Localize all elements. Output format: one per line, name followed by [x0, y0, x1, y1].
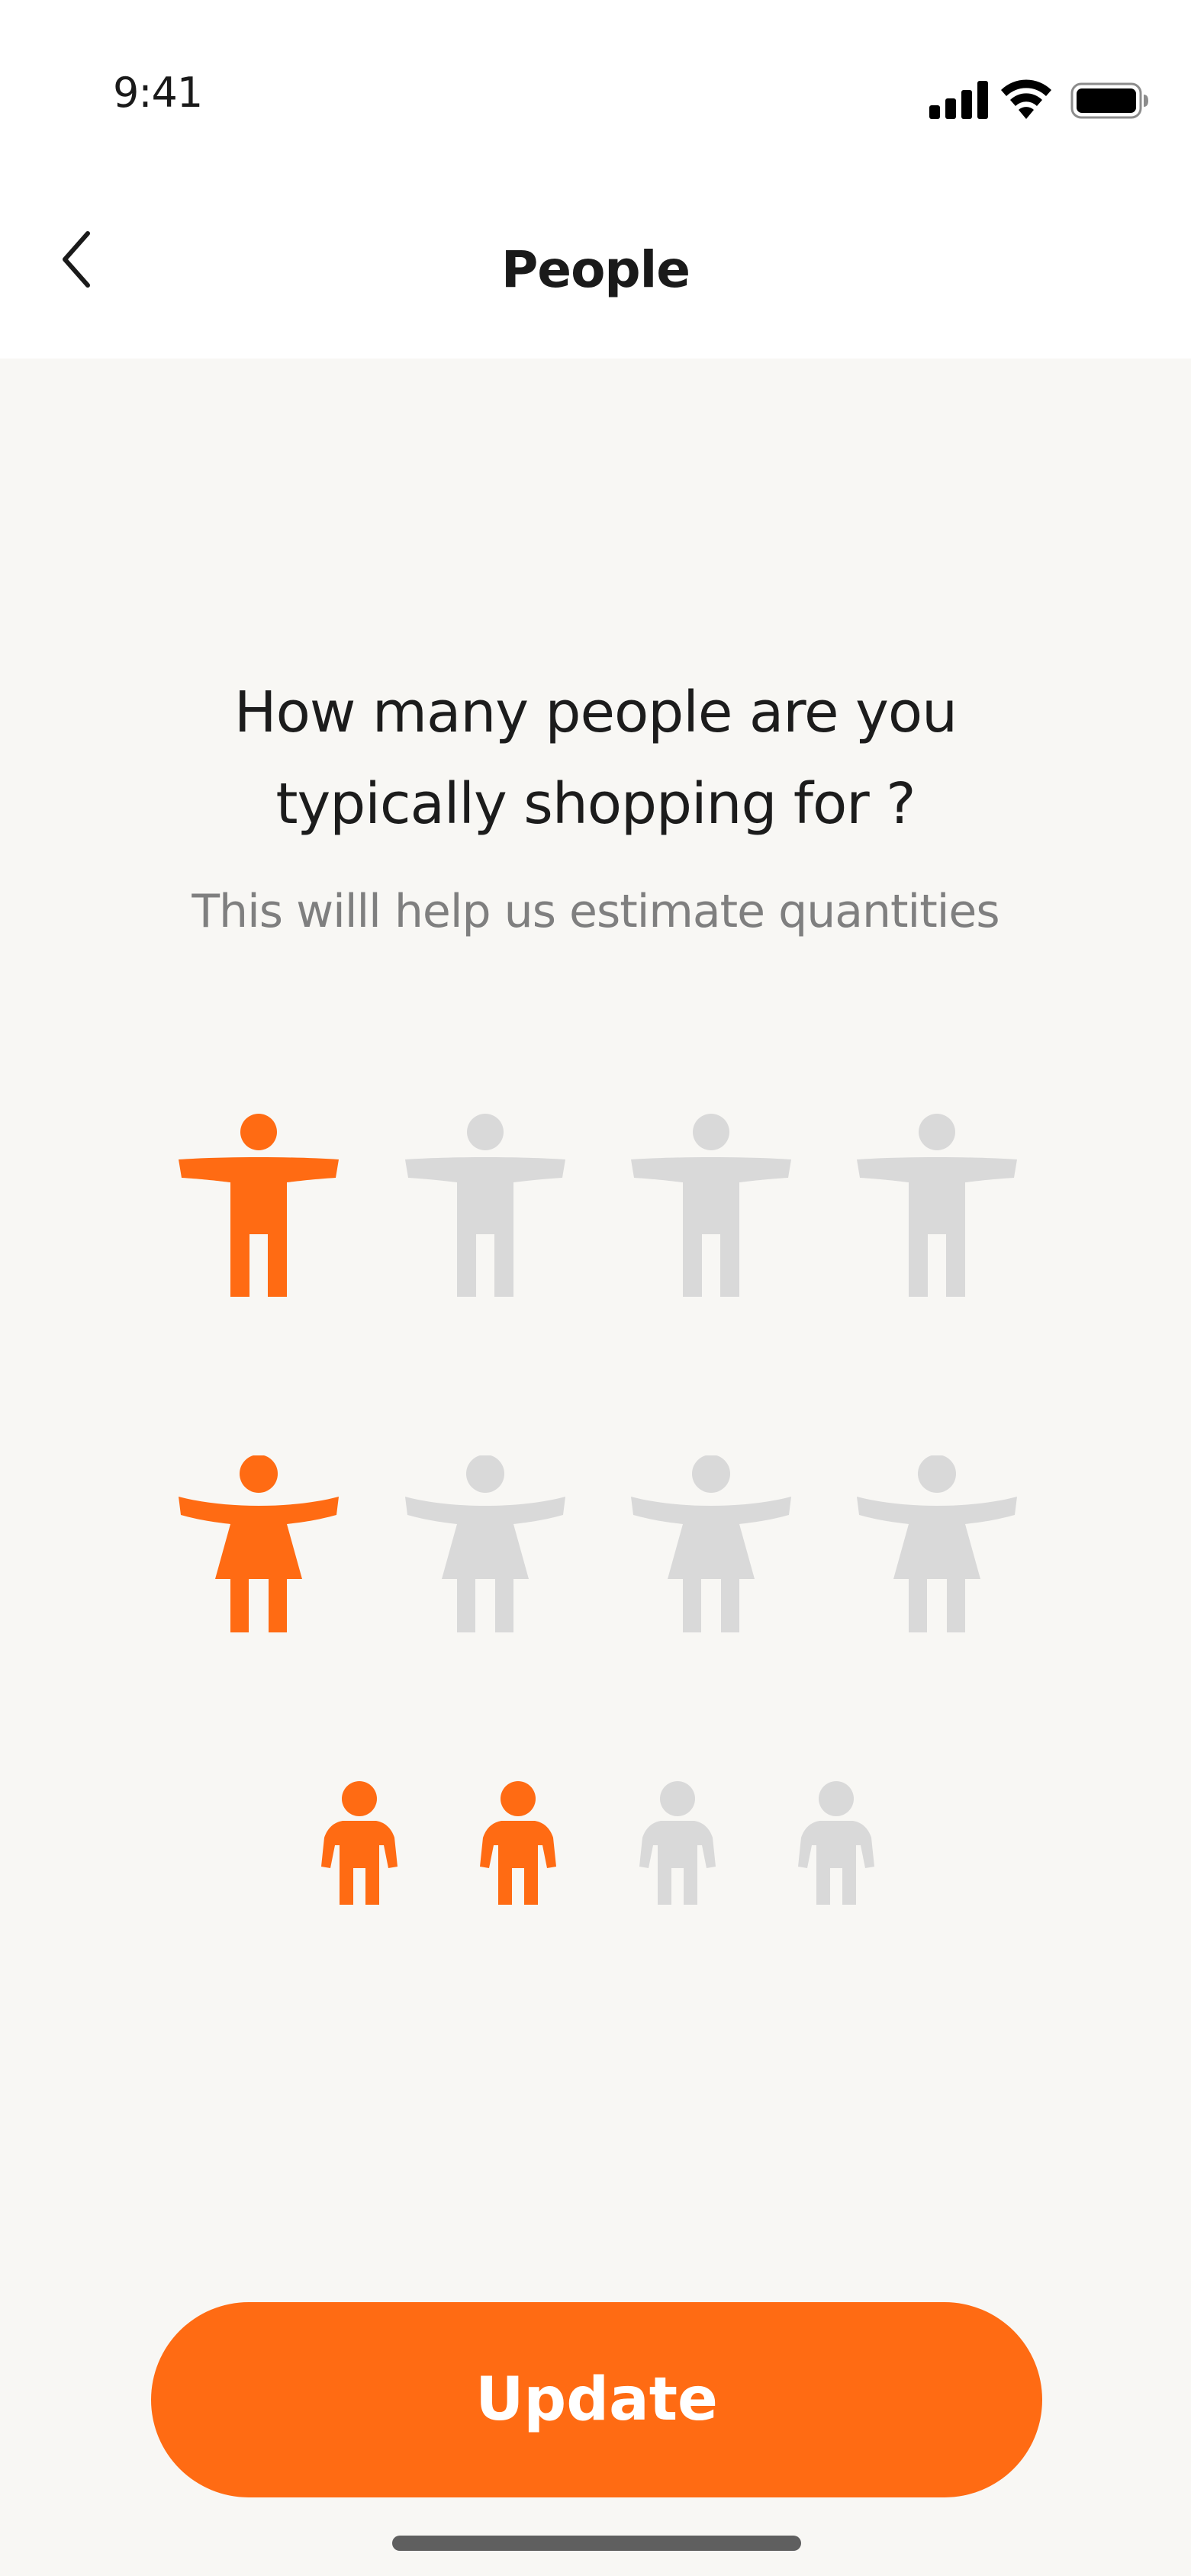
- man-person-2[interactable]: [405, 1114, 565, 1297]
- woman-icon: [405, 1455, 565, 1632]
- woman-person-2[interactable]: [405, 1455, 565, 1632]
- woman-icon: [179, 1455, 339, 1632]
- home-indicator: [392, 2536, 801, 2551]
- wifi-icon: [1001, 79, 1051, 119]
- child-person-4[interactable]: [798, 1781, 874, 1905]
- page-title: People: [501, 240, 690, 299]
- question-line-2: typically shopping for ?: [275, 771, 916, 837]
- child-icon: [798, 1781, 874, 1905]
- woman-person-4[interactable]: [857, 1455, 1017, 1632]
- signal-icon: [929, 81, 988, 119]
- woman-person-3[interactable]: [631, 1455, 791, 1632]
- main-panel: How many people are you typically shoppi…: [0, 359, 1191, 2576]
- adult-women-row: [0, 1455, 1191, 1646]
- woman-icon: [631, 1455, 791, 1632]
- child-icon: [480, 1781, 556, 1905]
- man-icon: [405, 1114, 565, 1297]
- man-icon: [631, 1114, 791, 1297]
- question-line-1: How many people are you: [233, 680, 958, 745]
- subtitle: This willl help us estimate quantities: [192, 885, 999, 938]
- man-person-4[interactable]: [857, 1114, 1017, 1297]
- man-person-1[interactable]: [179, 1114, 339, 1297]
- nav-header: People: [0, 168, 1191, 359]
- status-time: 9:41: [113, 69, 203, 117]
- woman-icon: [857, 1455, 1017, 1632]
- adult-men-row: [0, 1114, 1191, 1312]
- child-icon: [321, 1781, 398, 1905]
- children-row: [0, 1781, 1191, 1911]
- man-icon: [179, 1114, 339, 1297]
- man-person-3[interactable]: [631, 1114, 791, 1297]
- status-bar: 9:41: [0, 0, 1191, 168]
- man-icon: [857, 1114, 1017, 1297]
- child-person-2[interactable]: [480, 1781, 556, 1905]
- child-person-1[interactable]: [321, 1781, 398, 1905]
- child-person-3[interactable]: [639, 1781, 716, 1905]
- woman-person-1[interactable]: [179, 1455, 339, 1632]
- update-button[interactable]: Update: [151, 2302, 1042, 2497]
- battery-icon: [1070, 82, 1148, 119]
- question-heading: How many people are you typically shoppi…: [0, 667, 1191, 850]
- child-icon: [639, 1781, 716, 1905]
